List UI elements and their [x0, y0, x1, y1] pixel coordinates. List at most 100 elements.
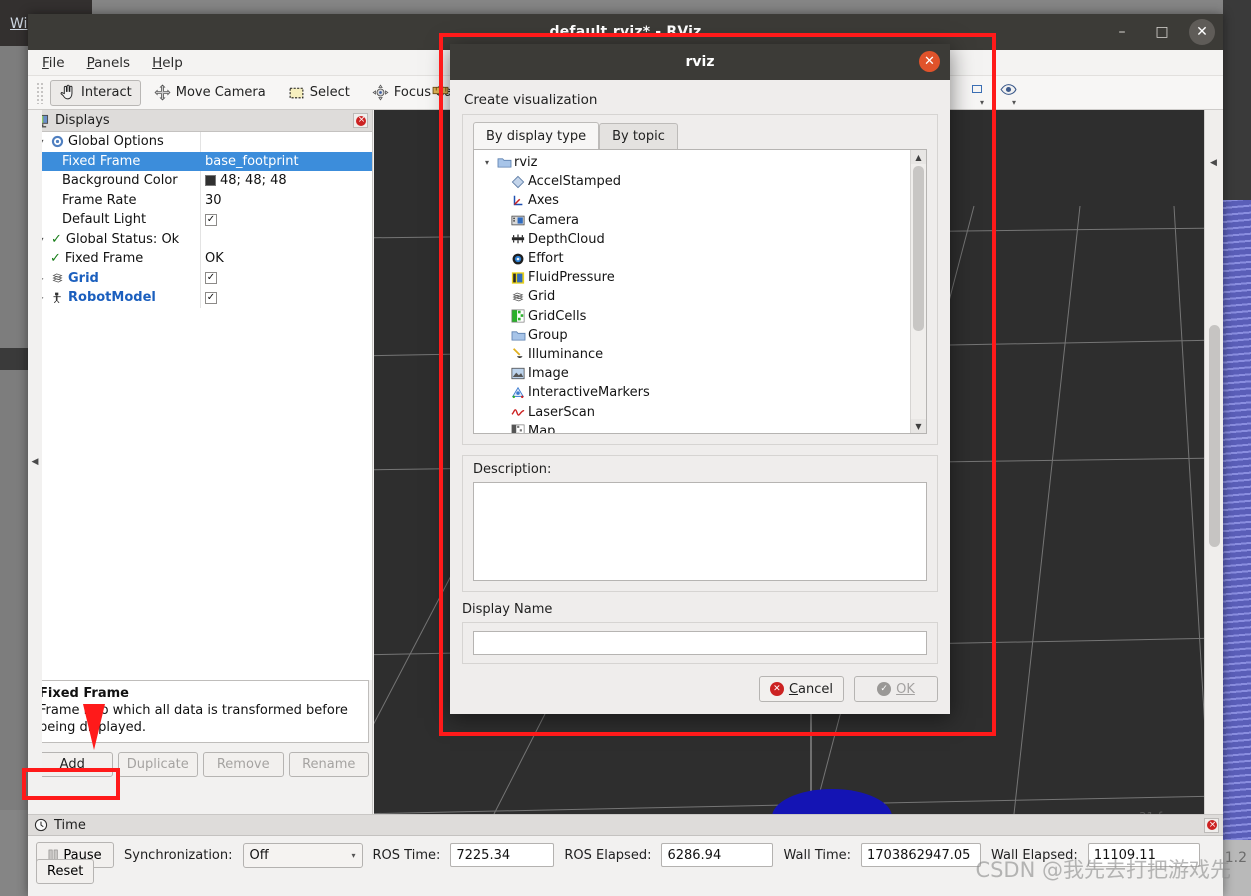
view-collapse-left-handle[interactable]: ◀: [28, 110, 42, 814]
property-row-frame-rate[interactable]: Frame Rate 30: [28, 190, 372, 210]
cancel-button[interactable]: ✕ Cancel: [758, 676, 844, 702]
property-row-fixed-frame[interactable]: Fixed Frame base_footprint: [28, 151, 372, 171]
toolbar-measure-button[interactable]: [432, 82, 449, 99]
background-strip-upper: [0, 46, 28, 348]
property-row-status-fixed-frame[interactable]: ✓ Fixed Frame OK: [28, 249, 372, 269]
axes-icon: [508, 194, 528, 208]
map-icon: [508, 424, 528, 433]
robot-icon: [53, 292, 61, 304]
toolbar-interact-button[interactable]: Interact: [50, 79, 141, 106]
close-icon[interactable]: ✕: [919, 51, 940, 72]
toolbar-move-camera-button[interactable]: Move Camera: [145, 80, 275, 106]
tree-item-camera[interactable]: Camera: [480, 211, 910, 230]
property-row-background-color[interactable]: Background Color 48; 48; 48: [28, 171, 372, 191]
display-type-tree[interactable]: ▾ rviz AccelStamped Axes Camera DepthClo…: [473, 149, 927, 434]
tab-by-display-type[interactable]: By display type: [473, 122, 600, 149]
background-window-left-title: Wi: [10, 16, 28, 32]
close-icon[interactable]: ✕: [1189, 19, 1215, 45]
tree-item-image[interactable]: Image: [480, 364, 910, 383]
property-label-background-color: Background Color: [62, 173, 178, 189]
scroll-down-icon[interactable]: ▼: [911, 419, 926, 433]
grid-icon: [52, 273, 63, 283]
tree-item-axes[interactable]: Axes: [480, 191, 910, 210]
wall-time-input[interactable]: 1703862947.05: [861, 843, 982, 867]
property-value-frame-rate[interactable]: 30: [205, 193, 222, 208]
tree-item-gridcells[interactable]: GridCells: [480, 307, 910, 326]
tab-by-topic[interactable]: By topic: [599, 123, 678, 149]
toolbar-select-button[interactable]: Select: [279, 80, 359, 106]
background-window-right-header: [1223, 0, 1251, 200]
toolbar-overflow-arrow-2[interactable]: ▾: [1012, 98, 1016, 107]
duplicate-button: Duplicate: [117, 752, 198, 777]
tree-item-label: Axes: [528, 193, 559, 209]
folder-icon: [494, 156, 514, 169]
view-vertical-scrollbar[interactable]: ◀: [1204, 110, 1223, 814]
image-icon: [508, 367, 528, 380]
tree-item-accelstamped[interactable]: AccelStamped: [480, 172, 910, 191]
property-row-global-status[interactable]: ▾ ✓ Global Status: Ok: [28, 229, 372, 249]
displays-panel-close-button[interactable]: [353, 113, 368, 128]
background-window-right-body: [1223, 200, 1251, 840]
property-row-grid[interactable]: ▸ Grid ✓: [28, 268, 372, 288]
tree-item-effort[interactable]: Effort: [480, 249, 910, 268]
toolbar-move-camera-label: Move Camera: [175, 85, 266, 100]
remove-button: Remove: [203, 752, 284, 777]
property-value-fixed-frame[interactable]: base_footprint: [205, 154, 299, 169]
fluidpressure-icon: [508, 271, 528, 285]
display-name-input[interactable]: [473, 631, 927, 655]
toolbar-grip[interactable]: [36, 81, 44, 104]
dialog-titlebar[interactable]: rviz ✕: [450, 44, 950, 80]
menu-help[interactable]: Help: [152, 55, 183, 71]
time-panel-close-button[interactable]: [1204, 817, 1219, 833]
ros-elapsed-input[interactable]: 6286.94: [661, 843, 774, 867]
ros-time-input[interactable]: 7225.34: [450, 843, 555, 867]
property-label-fixed-frame: Fixed Frame: [62, 153, 141, 169]
focus-camera-icon: [372, 84, 389, 101]
menu-help-label: elp: [162, 54, 183, 71]
create-visualization-dialog: rviz ✕ Create visualization By display t…: [450, 44, 950, 714]
tree-item-group[interactable]: Group: [480, 326, 910, 345]
gear-icon: [51, 136, 64, 148]
checkbox-grid[interactable]: ✓: [205, 272, 217, 285]
property-label-grid: Grid: [68, 270, 99, 286]
checkbox-default-light[interactable]: ✓: [205, 213, 217, 226]
tree-item-depthcloud[interactable]: DepthCloud: [480, 230, 910, 249]
minimize-icon[interactable]: –: [1109, 19, 1135, 45]
tree-item-fluidpressure[interactable]: FluidPressure: [480, 268, 910, 287]
sync-select[interactable]: Off ▾: [242, 842, 363, 868]
chevron-down-icon: ▾: [351, 850, 356, 860]
tree-scrollbar-thumb[interactable]: [913, 166, 924, 331]
tree-item-laserscan[interactable]: LaserScan: [480, 402, 910, 421]
displays-property-tree[interactable]: ▾ Global Options Fixed Frame base_footpr…: [28, 132, 372, 680]
maximize-icon[interactable]: □: [1149, 19, 1175, 45]
tree-node-rviz[interactable]: ▾ rviz: [480, 153, 910, 172]
property-label-robotmodel: RobotModel: [68, 290, 156, 306]
tree-item-label: GridCells: [528, 308, 587, 324]
tree-item-map[interactable]: Map: [480, 422, 910, 433]
checkbox-robotmodel[interactable]: ✓: [205, 291, 217, 304]
toolbar-overflow-arrow-1[interactable]: ▾: [980, 98, 984, 107]
twisty-rviz[interactable]: ▾: [480, 158, 494, 167]
add-button[interactable]: Add: [32, 752, 113, 777]
display-type-groupbox: By display type By topic ▾ rviz AccelSta…: [462, 114, 938, 445]
hand-cursor-icon: [60, 84, 73, 100]
tree-item-interactivemarkers[interactable]: InteractiveMarkers: [480, 383, 910, 402]
property-row-default-light[interactable]: Default Light ✓: [28, 210, 372, 230]
time-panel-header: Time: [28, 815, 1223, 836]
wall-elapsed-input[interactable]: 11109.11: [1087, 843, 1200, 867]
scroll-up-icon[interactable]: ▲: [911, 150, 926, 164]
view-scrollbar-thumb[interactable]: [1209, 325, 1220, 547]
property-row-global-options[interactable]: ▾ Global Options: [28, 132, 372, 152]
reset-button[interactable]: Reset: [36, 859, 95, 884]
check-icon: ✓: [50, 251, 61, 267]
menu-panels[interactable]: Panels: [87, 55, 130, 71]
property-value-background-color[interactable]: 48; 48; 48: [220, 173, 287, 188]
toolbar-publish-point-icon[interactable]: [972, 85, 982, 93]
collapse-right-icon[interactable]: ◀: [1210, 158, 1217, 168]
tree-item-grid[interactable]: Grid: [480, 287, 910, 306]
menu-file[interactable]: File: [42, 55, 65, 71]
toolbar-eye-button[interactable]: [1000, 81, 1017, 98]
tree-vertical-scrollbar[interactable]: ▲ ▼: [910, 150, 926, 433]
property-row-robotmodel[interactable]: ▸ RobotModel ✓: [28, 288, 372, 308]
tree-item-illuminance[interactable]: Illuminance: [480, 345, 910, 364]
